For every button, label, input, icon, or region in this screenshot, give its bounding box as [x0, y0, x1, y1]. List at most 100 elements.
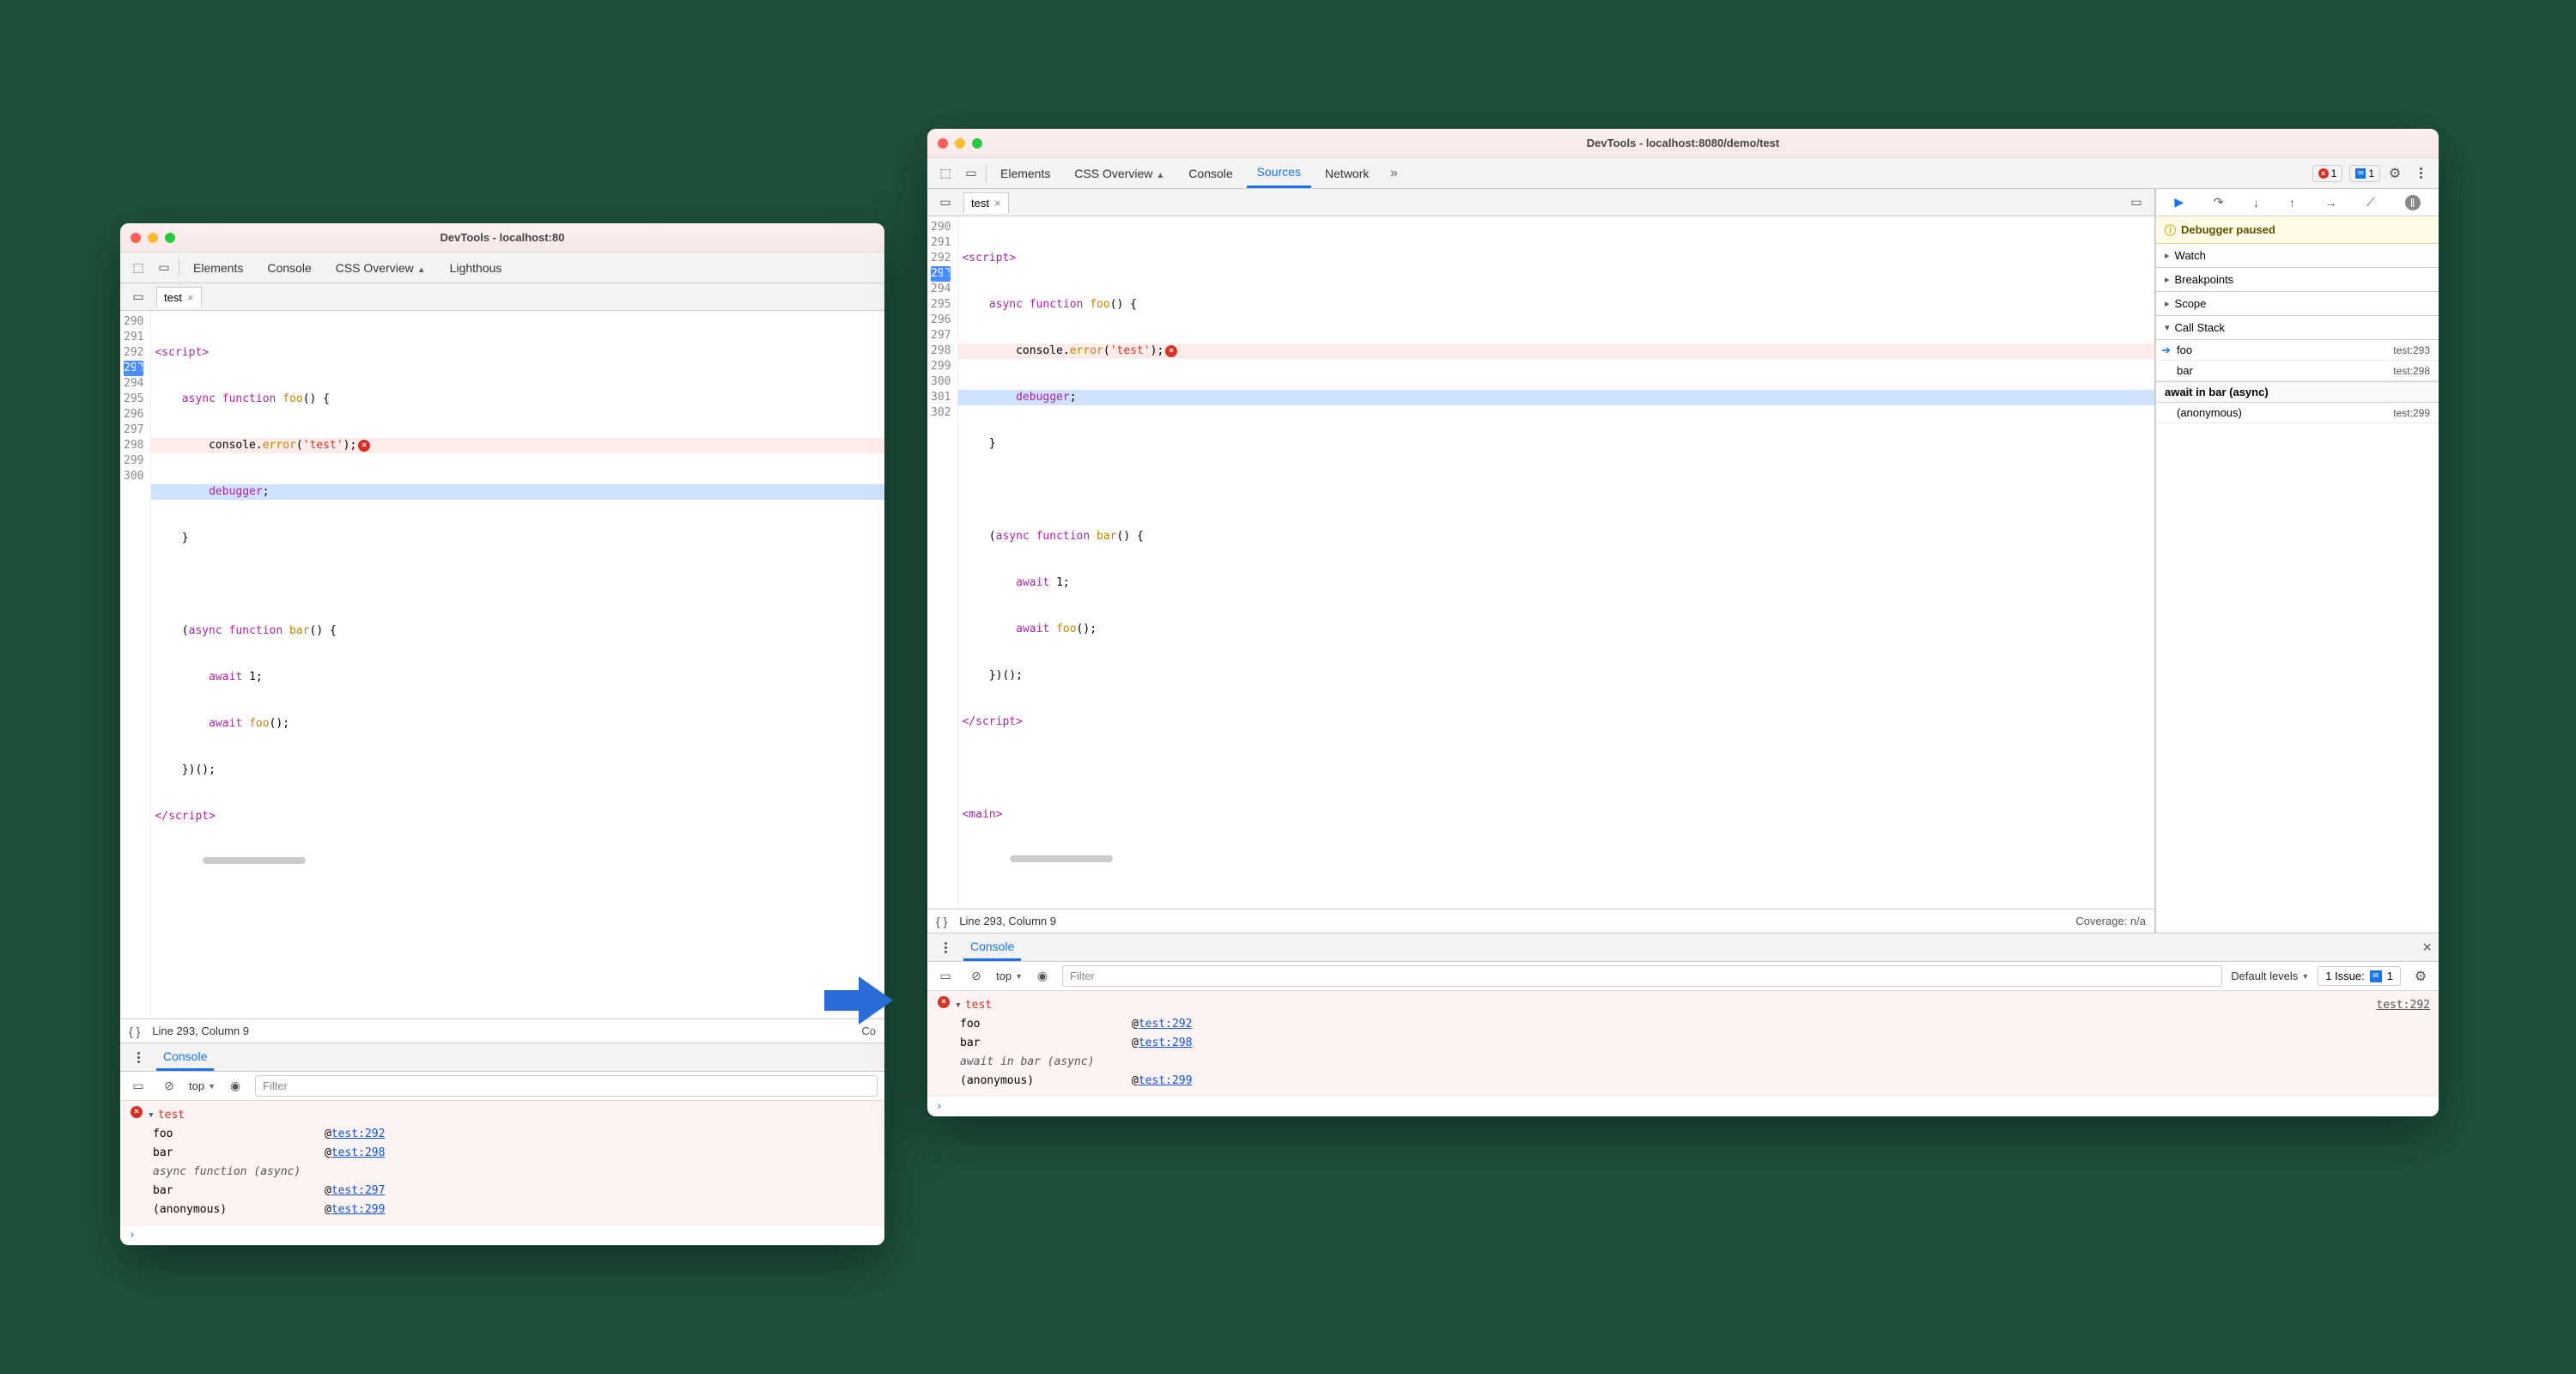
error-message: test	[965, 996, 992, 1015]
comparison-arrow-icon	[824, 970, 893, 1030]
main-menu-icon[interactable]	[2409, 162, 2432, 185]
callstack-frame[interactable]: (anonymous)test:299	[2156, 403, 2439, 423]
minimize-window-icon[interactable]	[955, 138, 965, 149]
live-expression-icon[interactable]: ◉	[224, 1075, 246, 1097]
close-window-icon[interactable]	[938, 138, 948, 149]
live-expression-icon[interactable]: ◉	[1031, 965, 1054, 988]
line-gutter[interactable]: 290 291 292 293 294 295 296 297 298 299 …	[120, 311, 151, 1018]
source-editor: 290 291 292 293 294 295 296 297 298 299 …	[120, 311, 884, 1018]
tab-elements[interactable]: Elements	[990, 160, 1060, 187]
expand-icon[interactable]: ▾	[955, 996, 962, 1015]
filter-input[interactable]: Filter	[255, 1075, 878, 1097]
message-count-badge[interactable]: ✉1	[2349, 165, 2380, 182]
trace-link[interactable]: test:299	[1139, 1072, 1193, 1091]
tab-css-overview[interactable]: CSS Overview	[325, 254, 436, 282]
resume-icon[interactable]: ▶	[2174, 195, 2184, 210]
trace-link[interactable]: test:298	[1139, 1034, 1193, 1053]
code-area[interactable]: <script> async function foo() { console.…	[151, 311, 884, 1018]
drawer-tab-console[interactable]: Console	[963, 934, 1021, 961]
error-marker-icon[interactable]: ×	[1165, 345, 1177, 357]
tab-elements[interactable]: Elements	[183, 254, 253, 282]
clear-console-icon[interactable]: ⊘	[158, 1075, 180, 1097]
console-output: ×▾test foo@ test:292 bar@ test:298 async…	[120, 1101, 884, 1225]
pause-exceptions-icon[interactable]: ‖	[2405, 195, 2421, 210]
line-gutter[interactable]: 290 291 292 293 294 295 296 297 298 299 …	[927, 216, 958, 909]
pane-scope[interactable]: Scope	[2156, 292, 2439, 316]
pretty-print-icon[interactable]: { }	[936, 915, 947, 928]
main-tabbar: ⬚ ▭ Elements Console CSS Overview Lighth…	[120, 252, 884, 283]
context-selector[interactable]: top	[996, 970, 1023, 982]
step-into-icon[interactable]: ↓	[2253, 196, 2259, 210]
main-tabbar: ⬚ ▭ Elements CSS Overview Console Source…	[927, 158, 2439, 189]
source-link[interactable]: test:292	[2376, 996, 2430, 1015]
log-levels-selector[interactable]: Default levels	[2231, 970, 2309, 982]
h-scrollbar[interactable]	[203, 857, 306, 864]
tab-console[interactable]: Console	[257, 254, 321, 282]
pane-callstack[interactable]: Call Stack	[2156, 316, 2439, 340]
device-toggle-icon[interactable]: ▭	[960, 162, 982, 185]
error-count-badge[interactable]: ×1	[2312, 165, 2343, 182]
device-toggle-icon[interactable]: ▭	[153, 257, 175, 279]
callstack-frame[interactable]: footest:293	[2156, 340, 2439, 361]
settings-icon[interactable]	[2384, 162, 2406, 185]
error-icon: ×	[938, 996, 950, 1008]
trace-link[interactable]: test:297	[331, 1182, 386, 1201]
status-bar: { } Line 293, Column 9 Co	[120, 1018, 884, 1043]
tab-css-overview[interactable]: CSS Overview	[1064, 160, 1175, 187]
filter-input[interactable]: Filter	[1062, 965, 2222, 987]
trace-link[interactable]: test:292	[1139, 1015, 1193, 1034]
step-icon[interactable]: →	[2324, 196, 2336, 210]
step-out-icon[interactable]: ↑	[2289, 196, 2295, 210]
navigator-icon[interactable]: ▭	[127, 286, 149, 308]
trace-link[interactable]: test:292	[331, 1125, 386, 1144]
minimize-window-icon[interactable]	[148, 233, 158, 243]
drawer-tab-console[interactable]: Console	[156, 1044, 214, 1071]
trace-link[interactable]: test:299	[331, 1201, 386, 1219]
error-marker-icon[interactable]: ×	[358, 440, 370, 452]
clear-console-icon[interactable]: ⊘	[965, 965, 987, 988]
trace-link[interactable]: test:298	[331, 1144, 386, 1163]
console-sidebar-icon[interactable]: ▭	[934, 965, 957, 988]
maximize-window-icon[interactable]	[165, 233, 175, 243]
console-prompt[interactable]: ›	[120, 1225, 884, 1245]
drawer-menu-icon[interactable]	[934, 936, 957, 958]
close-drawer-icon[interactable]: ×	[2422, 939, 2432, 957]
close-file-icon[interactable]: ×	[994, 197, 1001, 210]
pane-watch[interactable]: Watch	[2156, 244, 2439, 268]
console-prompt[interactable]: ›	[927, 1096, 2439, 1116]
status-bar: { } Line 293, Column 9 Coverage: n/a	[927, 909, 2154, 933]
toggle-sidebar-icon[interactable]: ▭	[2125, 192, 2148, 214]
pane-breakpoints[interactable]: Breakpoints	[2156, 268, 2439, 292]
pretty-print-icon[interactable]: { }	[129, 1024, 140, 1038]
maximize-window-icon[interactable]	[972, 138, 982, 149]
deactivate-breakpoints-icon[interactable]: ⟋	[2366, 195, 2375, 210]
tab-network[interactable]: Network	[1315, 160, 1379, 187]
console-output: ×▾testtest:292 foo@ test:292 bar@ test:2…	[927, 991, 2439, 1096]
file-tab[interactable]: test ×	[963, 192, 1009, 213]
expand-icon[interactable]: ▾	[148, 1106, 155, 1125]
file-tab-label: test	[971, 197, 989, 210]
navigator-icon[interactable]: ▭	[934, 192, 957, 214]
tab-lighthouse[interactable]: Lighthous	[440, 254, 513, 282]
h-scrollbar[interactable]	[1010, 855, 1113, 862]
close-file-icon[interactable]: ×	[187, 291, 194, 304]
callstack-frame[interactable]: bartest:298	[2156, 361, 2439, 381]
drawer-header: Console	[120, 1043, 884, 1072]
sources-toolbar: ▭ test × ▭	[927, 189, 2154, 216]
tab-sources[interactable]: Sources	[1247, 158, 1311, 188]
inspect-icon[interactable]: ⬚	[934, 162, 957, 185]
code-area[interactable]: <script> async function foo() { console.…	[958, 216, 2154, 909]
drawer-menu-icon[interactable]	[127, 1046, 149, 1068]
file-tab[interactable]: test ×	[156, 287, 202, 307]
window-title: DevTools - localhost:8080/demo/test	[927, 137, 2439, 149]
console-sidebar-icon[interactable]: ▭	[127, 1075, 149, 1097]
inspect-icon[interactable]: ⬚	[127, 257, 149, 279]
devtools-window-right: DevTools - localhost:8080/demo/test ⬚ ▭ …	[927, 129, 2439, 1116]
context-selector[interactable]: top	[189, 1079, 216, 1092]
close-window-icon[interactable]	[131, 233, 141, 243]
more-tabs-icon[interactable]	[1382, 162, 1405, 185]
console-settings-icon[interactable]	[2409, 965, 2432, 988]
step-over-icon[interactable]: ↷	[2214, 195, 2224, 210]
issues-badge[interactable]: 1 Issue:✉1	[2318, 966, 2401, 986]
tab-console[interactable]: Console	[1178, 160, 1242, 187]
